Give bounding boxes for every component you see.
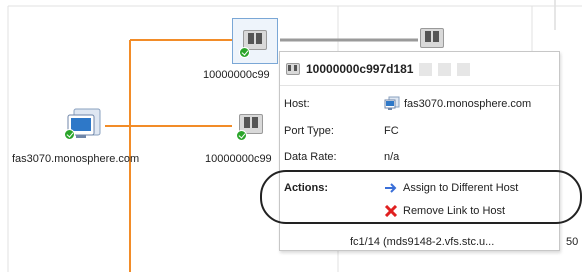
fc-port-icon [286,63,300,75]
status-ok-icon [236,130,247,141]
host-server-icon [384,96,400,110]
host-row-label: Host: [284,98,310,110]
port-type-label: Port Type: [284,125,334,137]
port-node-mid-label: 10000000c99 [205,153,272,165]
placeholder-block [438,62,452,76]
host-row-value[interactable]: fas3070.monosphere.com [384,96,531,112]
port-type-value: FC [384,125,399,137]
popup-title: 10000000c997d181 [286,60,471,78]
popup-title-text: 10000000c997d181 [306,62,414,76]
port-node-top-label: 10000000c99 [203,69,270,81]
switch-port-label: fc1/14 (mds9148-2.vfs.stc.u... [350,236,495,248]
right-fragment-label: 50 [566,236,579,248]
fc-port-icon-right[interactable] [420,28,444,48]
host-name-link[interactable]: fas3070.monosphere.com [404,98,531,110]
actions-highlight-oval [260,170,582,224]
data-rate-value: n/a [384,151,400,163]
host-node[interactable] [64,107,104,145]
data-rate-label: Data Rate: [284,151,337,163]
port-node-mid[interactable] [234,110,270,146]
status-ok-icon [64,129,75,140]
host-node-label: fas3070.monosphere.com [12,153,140,165]
port-node-top-selected[interactable] [232,18,278,64]
placeholder-block [419,62,433,76]
popup-divider [280,85,559,86]
status-ok-icon [239,47,250,58]
placeholder-block [457,62,471,76]
